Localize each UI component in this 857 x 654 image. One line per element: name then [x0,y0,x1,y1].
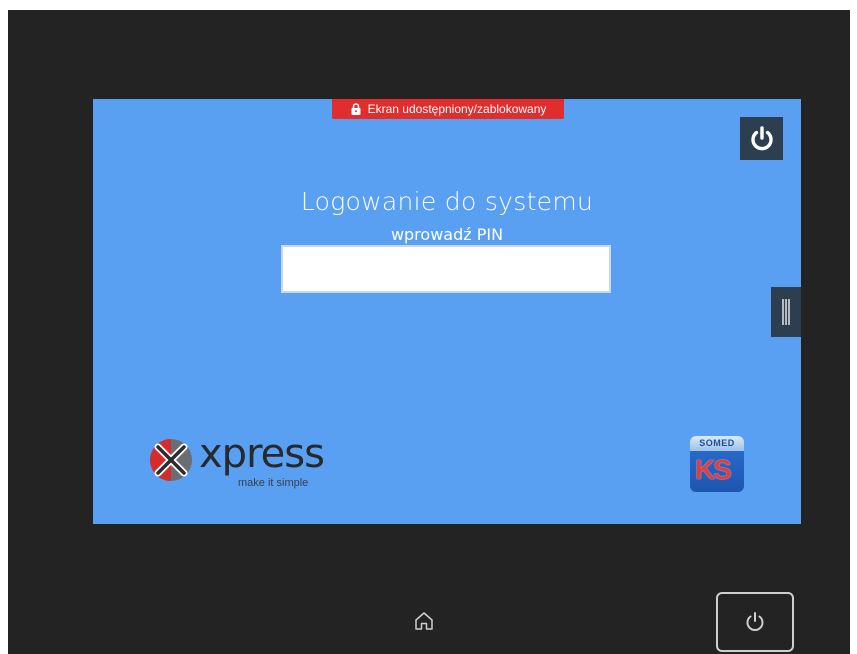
pin-prompt: wprowadź PIN [390,225,504,244]
lock-icon [351,103,361,115]
side-panel-handle[interactable] [771,287,801,337]
home-icon [415,612,433,630]
power-button[interactable] [740,117,783,160]
power-icon [746,612,764,631]
power-icon [750,125,773,150]
xpress-tagline: make it simple [238,477,309,489]
xpress-logo: xpress make it simple [148,431,363,493]
login-screen: Ekran udostępniony/zablokowany Logowanie… [93,99,801,524]
somed-ks-logo: SOMED KS [690,436,744,492]
pin-input[interactable] [281,245,611,293]
hardware-power-button[interactable] [716,592,794,652]
banner-text: Ekran udostępniony/zablokowany [367,102,547,116]
handle-bars-icon [782,299,790,325]
xpress-x-icon [150,439,192,481]
login-title: Logowanie do systemu [300,187,594,216]
home-button[interactable] [400,596,448,646]
device-bezel: Ekran udostępniony/zablokowany Logowanie… [8,10,850,654]
shared-locked-banner: Ekran udostępniony/zablokowany [332,99,564,119]
somed-label: SOMED [690,436,744,451]
ks-label: KS [695,454,732,485]
xpress-brand-text: xpress [199,431,325,477]
